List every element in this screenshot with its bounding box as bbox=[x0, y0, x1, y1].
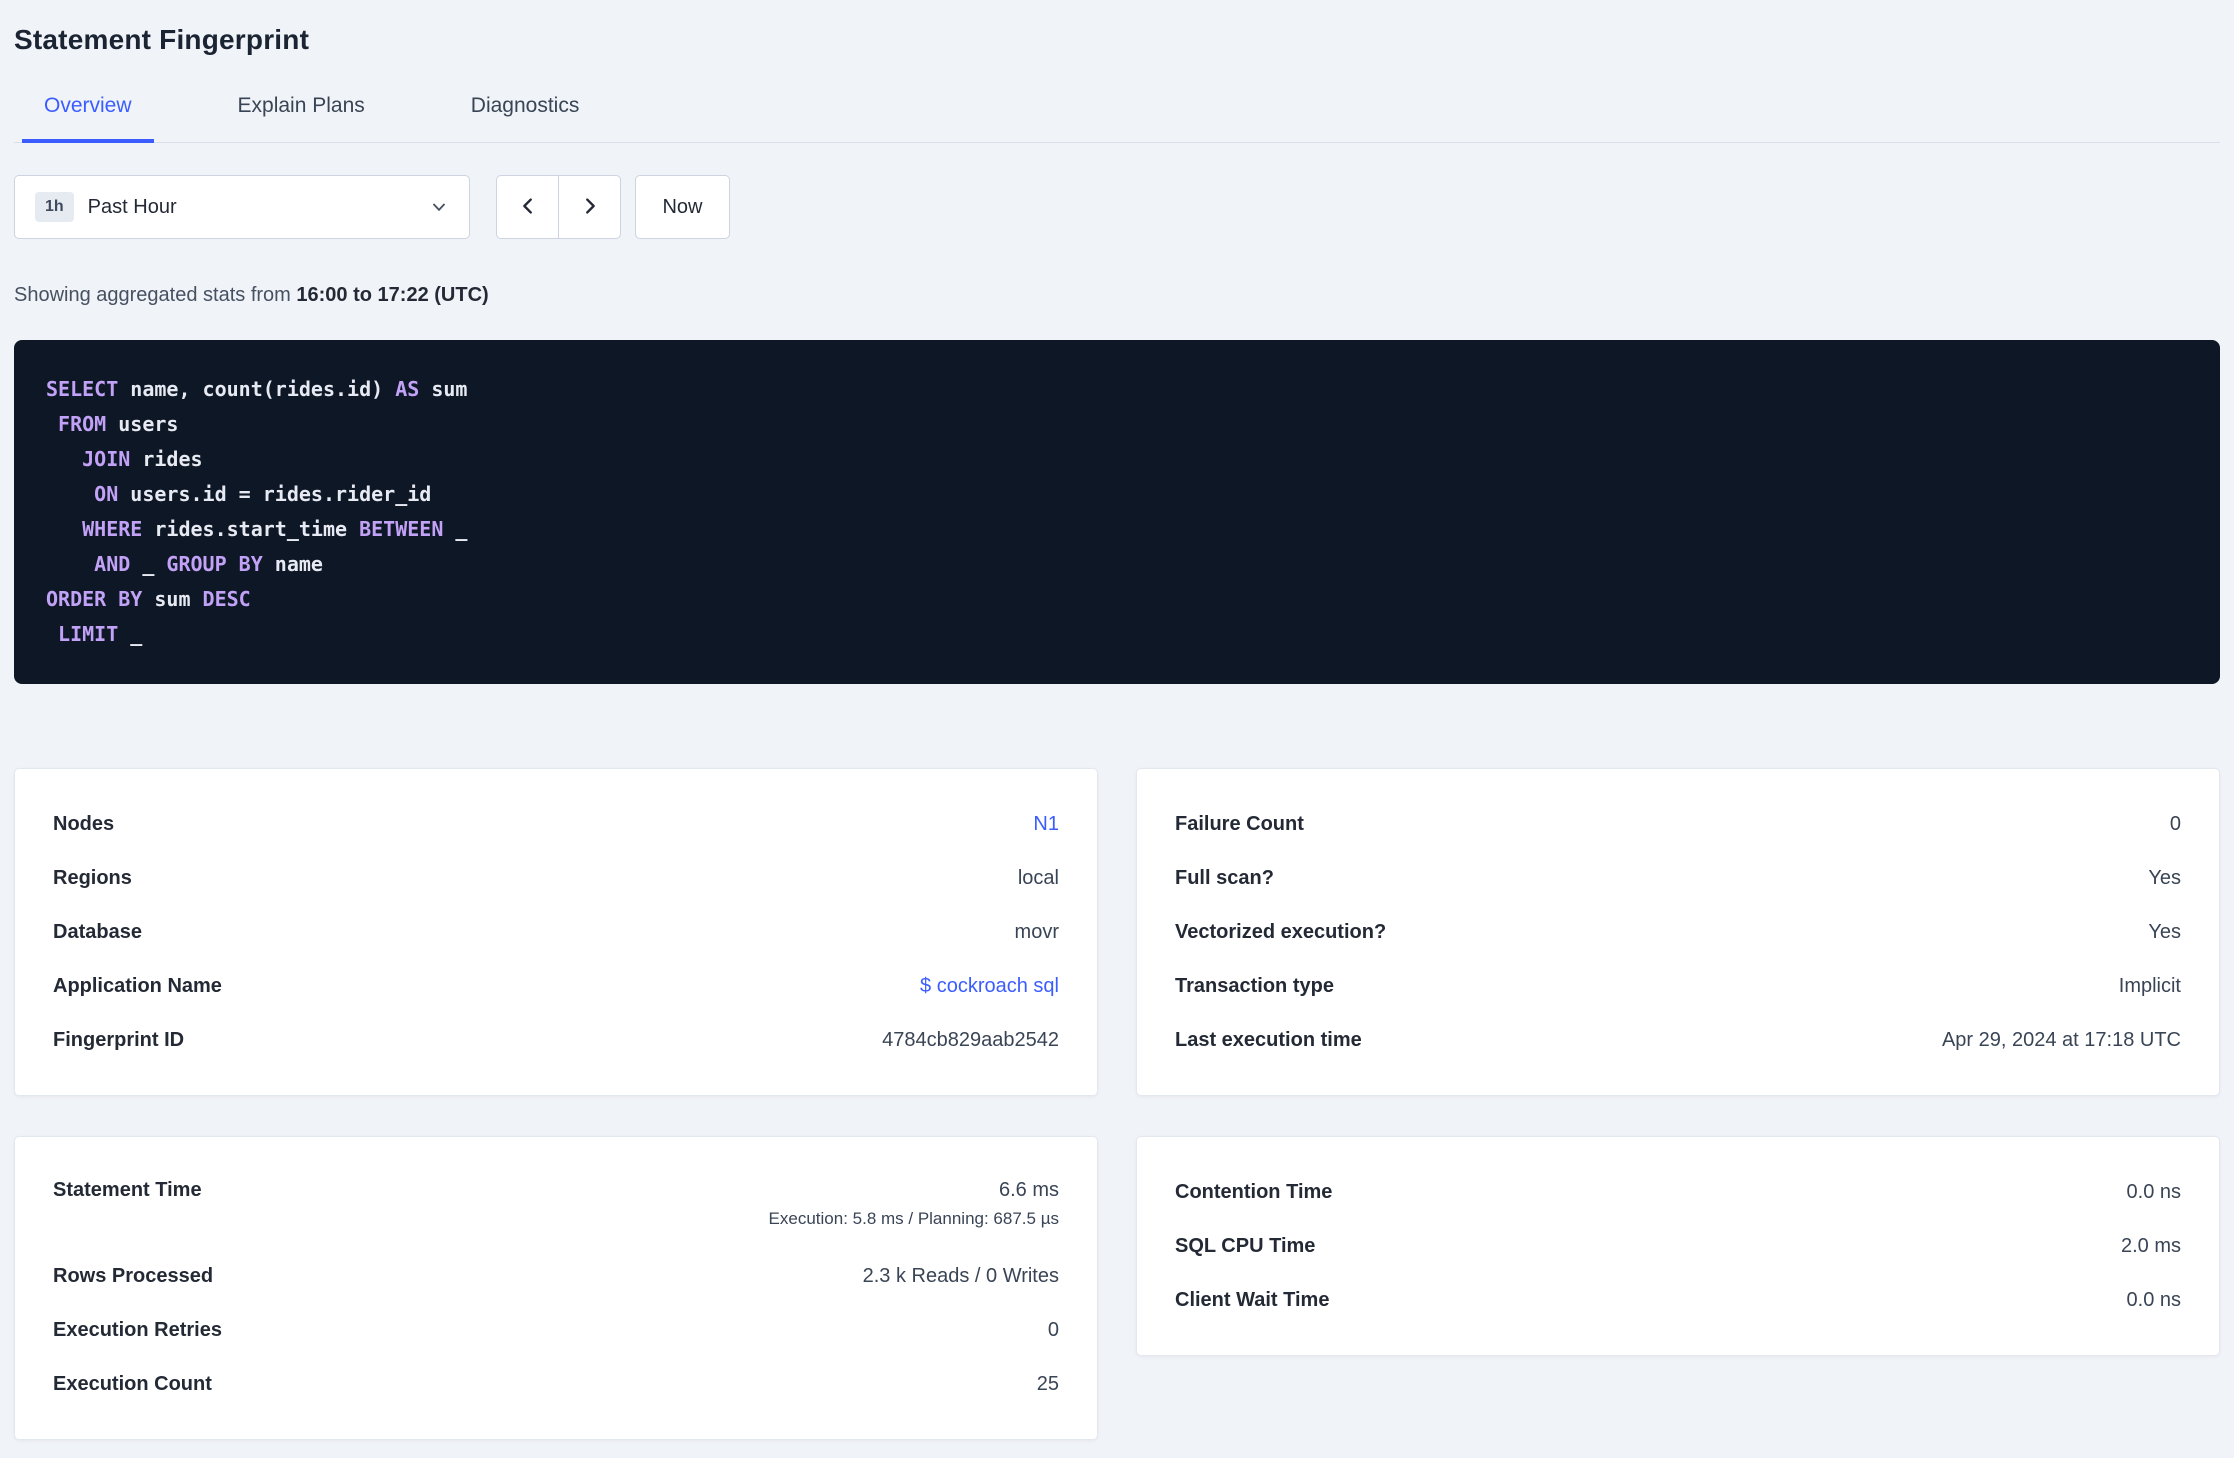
row-label: Fingerprint ID bbox=[53, 1028, 185, 1051]
statement-details-card: Nodes N1 Regions local Database movr App… bbox=[14, 768, 1098, 1096]
row-value: 25 bbox=[1036, 1372, 1059, 1395]
timing-stats-card: Statement Time 6.6 ms Execution: 5.8 ms … bbox=[14, 1136, 1098, 1440]
row-label: Client Wait Time bbox=[1175, 1288, 1330, 1311]
table-row: Contention Time 0.0 ns bbox=[1175, 1165, 2181, 1219]
table-row: Execution Count 25 bbox=[53, 1357, 1059, 1411]
fingerprint-id-value: 4784cb829aab2542 bbox=[882, 1028, 1059, 1051]
stats-cards: Nodes N1 Regions local Database movr App… bbox=[14, 768, 2220, 1440]
row-value: Yes bbox=[2148, 920, 2181, 943]
chevron-right-icon bbox=[579, 195, 601, 220]
row-label: Rows Processed bbox=[53, 1264, 214, 1287]
page-title: Statement Fingerprint bbox=[14, 24, 310, 55]
row-value: 6.6 ms bbox=[998, 1179, 1059, 1201]
tab-bar: Overview Explain Plans Diagnostics bbox=[14, 94, 2220, 143]
row-value: Yes bbox=[2148, 866, 2181, 889]
table-row: Regions local bbox=[53, 851, 1059, 905]
table-row: Execution Retries 0 bbox=[53, 1303, 1059, 1357]
prev-range-button[interactable] bbox=[496, 175, 559, 239]
tab-explain-plans[interactable]: Explain Plans bbox=[216, 94, 387, 143]
row-label: SQL CPU Time bbox=[1175, 1234, 1316, 1257]
execution-attributes-card: Failure Count 0 Full scan? Yes Vectorize… bbox=[1136, 768, 2220, 1096]
time-toolbar: 1h Past Hour Now bbox=[14, 175, 2220, 239]
row-label: Full scan? bbox=[1175, 866, 1274, 889]
table-row: Database movr bbox=[53, 905, 1059, 959]
row-label: Application Name bbox=[53, 974, 222, 997]
table-row: SQL CPU Time 2.0 ms bbox=[1175, 1219, 2181, 1273]
row-value: local bbox=[1017, 866, 1059, 889]
table-row: Full scan? Yes bbox=[1175, 851, 2181, 905]
time-range-arrows bbox=[496, 175, 621, 239]
row-value: movr bbox=[1014, 920, 1059, 943]
stats-prefix: Showing aggregated stats from bbox=[14, 284, 297, 306]
statement-time-value: 6.6 ms Execution: 5.8 ms / Planning: 687… bbox=[769, 1178, 1059, 1229]
table-row: Statement Time 6.6 ms Execution: 5.8 ms … bbox=[53, 1165, 1059, 1249]
next-range-button[interactable] bbox=[558, 175, 621, 239]
row-value: 2.0 ms bbox=[2120, 1234, 2181, 1257]
sql-statement-box: SELECT name, count(rides.id) AS sum FROM… bbox=[14, 340, 2220, 684]
row-label: Statement Time bbox=[53, 1179, 202, 1201]
stats-range: 16:00 to 17:22 (UTC) bbox=[296, 284, 489, 306]
table-row: Rows Processed 2.3 k Reads / 0 Writes bbox=[53, 1249, 1059, 1303]
row-label: Database bbox=[53, 920, 142, 943]
row-value: 0 bbox=[1047, 1318, 1059, 1341]
row-label: Nodes bbox=[53, 812, 115, 835]
chevron-left-icon bbox=[517, 195, 539, 220]
wait-time-card: Contention Time 0.0 ns SQL CPU Time 2.0 … bbox=[1136, 1136, 2220, 1356]
tab-diagnostics[interactable]: Diagnostics bbox=[449, 94, 602, 143]
time-range-label: Past Hour bbox=[87, 195, 177, 218]
row-label: Execution Retries bbox=[53, 1318, 222, 1341]
row-label: Regions bbox=[53, 866, 132, 889]
table-row: Application Name $ cockroach sql bbox=[53, 959, 1059, 1013]
application-name-link[interactable]: $ cockroach sql bbox=[920, 975, 1059, 998]
aggregated-stats-line: Showing aggregated stats from 16:00 to 1… bbox=[14, 284, 2220, 307]
statement-fingerprint-page: Statement Fingerprint Overview Explain P… bbox=[0, 0, 2234, 1440]
row-value: 0.0 ns bbox=[2126, 1180, 2181, 1203]
row-label: Execution Count bbox=[53, 1372, 212, 1395]
time-range-badge: 1h bbox=[35, 192, 74, 222]
table-row: Failure Count 0 bbox=[1175, 797, 2181, 851]
chevron-down-icon bbox=[429, 197, 449, 217]
time-range-dropdown[interactable]: 1h Past Hour bbox=[14, 175, 470, 239]
row-value: 0 bbox=[2169, 812, 2181, 835]
row-label: Last execution time bbox=[1175, 1028, 1362, 1051]
table-row: Fingerprint ID 4784cb829aab2542 bbox=[53, 1013, 1059, 1067]
sql-code: SELECT name, count(rides.id) AS sum FROM… bbox=[46, 377, 468, 646]
row-value: 2.3 k Reads / 0 Writes bbox=[862, 1264, 1059, 1287]
row-label: Transaction type bbox=[1175, 974, 1334, 997]
row-subvalue: Execution: 5.8 ms / Planning: 687.5 µs bbox=[768, 1209, 1059, 1228]
now-button[interactable]: Now bbox=[635, 175, 730, 239]
table-row: Transaction type Implicit bbox=[1175, 959, 2181, 1013]
table-row: Nodes N1 bbox=[53, 797, 1059, 851]
tab-overview[interactable]: Overview bbox=[22, 94, 154, 143]
row-value: 0.0 ns bbox=[2126, 1288, 2181, 1311]
nodes-link[interactable]: N1 bbox=[1033, 813, 1059, 836]
row-label: Vectorized execution? bbox=[1175, 920, 1387, 943]
last-execution-time-value: Apr 29, 2024 at 17:18 UTC bbox=[1941, 1028, 2181, 1051]
table-row: Last execution time Apr 29, 2024 at 17:1… bbox=[1175, 1013, 2181, 1067]
table-row: Client Wait Time 0.0 ns bbox=[1175, 1273, 2181, 1327]
row-value: Implicit bbox=[2118, 974, 2181, 997]
row-label: Failure Count bbox=[1175, 812, 1304, 835]
row-label: Contention Time bbox=[1175, 1180, 1333, 1203]
table-row: Vectorized execution? Yes bbox=[1175, 905, 2181, 959]
